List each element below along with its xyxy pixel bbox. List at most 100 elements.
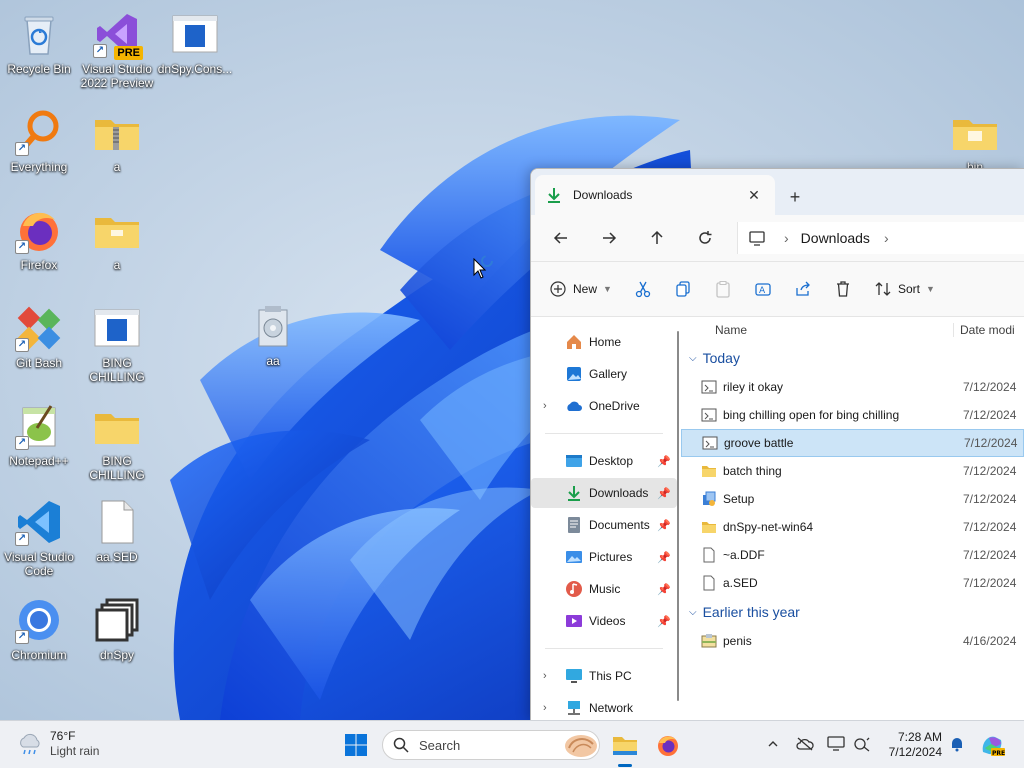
taskbar-firefox[interactable]	[652, 729, 684, 761]
desktop-icon-aa[interactable]: aa	[234, 298, 312, 390]
show-hidden-icons-button[interactable]	[762, 733, 784, 755]
picture-icon	[566, 551, 582, 563]
group-header-today[interactable]: ⌵ Today	[681, 343, 1024, 373]
breadcrumb-separator[interactable]: ›	[884, 230, 889, 246]
file-date: 7/12/2024	[963, 576, 1017, 590]
table-row[interactable]: ~a.DDF 7/12/2024	[681, 541, 1024, 569]
copilot-button[interactable]: PRE	[976, 729, 1008, 761]
back-button[interactable]	[541, 222, 581, 254]
computer-icon	[566, 669, 582, 683]
nav-item-downloads[interactable]: Downloads 📌	[531, 478, 677, 508]
desktop-icon-a-zip[interactable]: a	[78, 104, 156, 196]
pin-icon[interactable]: 📌	[657, 583, 671, 596]
chevron-right-icon[interactable]: ›	[543, 702, 547, 714]
nav-item-onedrive[interactable]: › OneDrive	[531, 391, 677, 421]
desktop-icon-aa-sed[interactable]: aa.SED	[78, 494, 156, 586]
cloud-offline-tray[interactable]	[794, 733, 816, 755]
nav-item-pictures[interactable]: Pictures 📌	[531, 542, 677, 572]
share-button[interactable]	[794, 280, 812, 298]
desktop-icon-label: Recycle Bin	[7, 62, 71, 76]
desktop-icon-firefox[interactable]: ↗ Firefox	[0, 202, 78, 294]
table-row[interactable]: riley it okay 7/12/2024	[681, 373, 1024, 401]
new-tab-button[interactable]: +	[775, 179, 815, 215]
chevron-right-icon[interactable]: ›	[543, 400, 547, 412]
accessibility-tray[interactable]	[851, 733, 873, 755]
desktop-icon-dnspy[interactable]: dnSpy	[78, 592, 156, 684]
paste-button[interactable]	[714, 280, 732, 298]
address-bar[interactable]: › Downloads ›	[737, 222, 1024, 254]
pin-icon[interactable]: 📌	[657, 519, 671, 532]
pin-icon[interactable]: 📌	[657, 615, 671, 628]
group-header-earlier-this-year[interactable]: ⌵ Earlier this year	[681, 597, 1024, 627]
forward-button[interactable]	[589, 222, 629, 254]
taskbar-clock[interactable]: 7:28 AM 7/12/2024	[884, 730, 942, 760]
desktop-icon-chromium[interactable]: ↗ Chromium	[0, 592, 78, 684]
desktop-icon-everything[interactable]: ↗ Everything	[0, 104, 78, 196]
sort-button[interactable]: Sort ▼	[874, 280, 935, 298]
nav-item-documents[interactable]: Documents 📌	[531, 510, 677, 540]
up-button[interactable]	[637, 222, 677, 254]
nav-item-home[interactable]: Home	[531, 327, 677, 357]
table-row[interactable]: groove battle 7/12/2024	[681, 429, 1024, 457]
file-date: 7/12/2024	[963, 548, 1017, 562]
navpane-scrollbar[interactable]	[677, 331, 679, 701]
start-button[interactable]	[340, 729, 372, 761]
chevron-right-icon[interactable]: ›	[543, 670, 547, 682]
desktop-icon-notepad-plus-plus[interactable]: ↗ Notepad++	[0, 398, 78, 490]
file-explorer-window[interactable]: Downloads ✕ + › Downloads › New ▼ A Sort…	[530, 168, 1024, 720]
table-row[interactable]: penis 4/16/2024	[681, 627, 1024, 655]
home-icon	[567, 335, 581, 349]
busy-spinner-icon	[481, 255, 493, 267]
nav-divider	[545, 433, 663, 434]
tab-downloads[interactable]: Downloads ✕	[535, 175, 775, 215]
nav-item-music[interactable]: Music 📌	[531, 574, 677, 604]
zip-folder-icon	[93, 108, 141, 156]
rename-button[interactable]: A	[754, 280, 772, 298]
desktop-icon-git-bash[interactable]: ↗ Git Bash	[0, 300, 78, 392]
display-tray[interactable]	[825, 733, 847, 755]
desktop-icon-visual-studio-preview[interactable]: PRE ↗ Visual Studio 2022 Preview	[78, 6, 156, 98]
pin-icon[interactable]: 📌	[657, 551, 671, 564]
table-row[interactable]: dnSpy-net-win64 7/12/2024	[681, 513, 1024, 541]
table-row[interactable]: bing chilling open for bing chilling 7/1…	[681, 401, 1024, 429]
desktop-icon-bing-chilling-folder[interactable]: BING CHILLING	[78, 398, 156, 490]
file-explorer-icon	[613, 737, 637, 755]
svg-text:A: A	[759, 286, 766, 296]
breadcrumb-downloads[interactable]: Downloads	[801, 230, 870, 246]
table-row[interactable]: Setup 7/12/2024	[681, 485, 1024, 513]
blank-file-icon	[703, 575, 715, 591]
file-date: 7/12/2024	[963, 464, 1017, 478]
column-header-date[interactable]: Date modi	[953, 323, 1015, 337]
column-header-name[interactable]: Name	[715, 323, 953, 337]
gallery-icon	[567, 367, 581, 381]
refresh-button[interactable]	[685, 222, 725, 254]
nav-item-desktop[interactable]: Desktop 📌	[531, 446, 677, 476]
table-row[interactable]: a.SED 7/12/2024	[681, 569, 1024, 597]
trash-icon	[836, 281, 849, 297]
desktop-icon-bing-chilling-app[interactable]: BING CHILLING	[78, 300, 156, 392]
weather-widget[interactable]: 76°F Light rain	[16, 729, 99, 759]
taskbar-file-explorer[interactable]	[609, 729, 641, 761]
desktop-icon-recycle-bin[interactable]: Recycle Bin	[0, 6, 78, 98]
file-list[interactable]: Name Date modi ⌵ Today riley it okay 7/1…	[681, 317, 1024, 720]
nav-item-this-pc[interactable]: › This PC	[531, 661, 677, 691]
taskbar-search[interactable]: Search	[382, 730, 600, 760]
pin-icon[interactable]: 📌	[657, 455, 671, 468]
delete-button[interactable]	[834, 280, 852, 298]
desktop-icon-vscode[interactable]: ↗ Visual Studio Code	[0, 494, 78, 586]
navigation-pane[interactable]: Home Gallery › OneDrive Desktop 📌 Downlo…	[531, 317, 681, 720]
nav-item-network[interactable]: › Network	[531, 693, 677, 720]
close-tab-button[interactable]: ✕	[743, 184, 765, 206]
copy-button[interactable]	[674, 280, 692, 298]
desktop-icon-dnspy-console[interactable]: dnSpy.Cons...	[156, 6, 234, 98]
desktop-icon-label: Notepad++	[9, 454, 69, 468]
cut-button[interactable]	[634, 280, 652, 298]
pin-icon[interactable]: 📌	[657, 487, 671, 500]
svg-text:PRE: PRE	[992, 750, 1005, 757]
table-row[interactable]: batch thing 7/12/2024	[681, 457, 1024, 485]
nav-item-videos[interactable]: Videos 📌	[531, 606, 677, 636]
nav-item-gallery[interactable]: Gallery	[531, 359, 677, 389]
new-button[interactable]: New ▼	[549, 280, 612, 298]
notifications-button[interactable]	[946, 733, 968, 755]
desktop-icon-a-folder[interactable]: a	[78, 202, 156, 294]
